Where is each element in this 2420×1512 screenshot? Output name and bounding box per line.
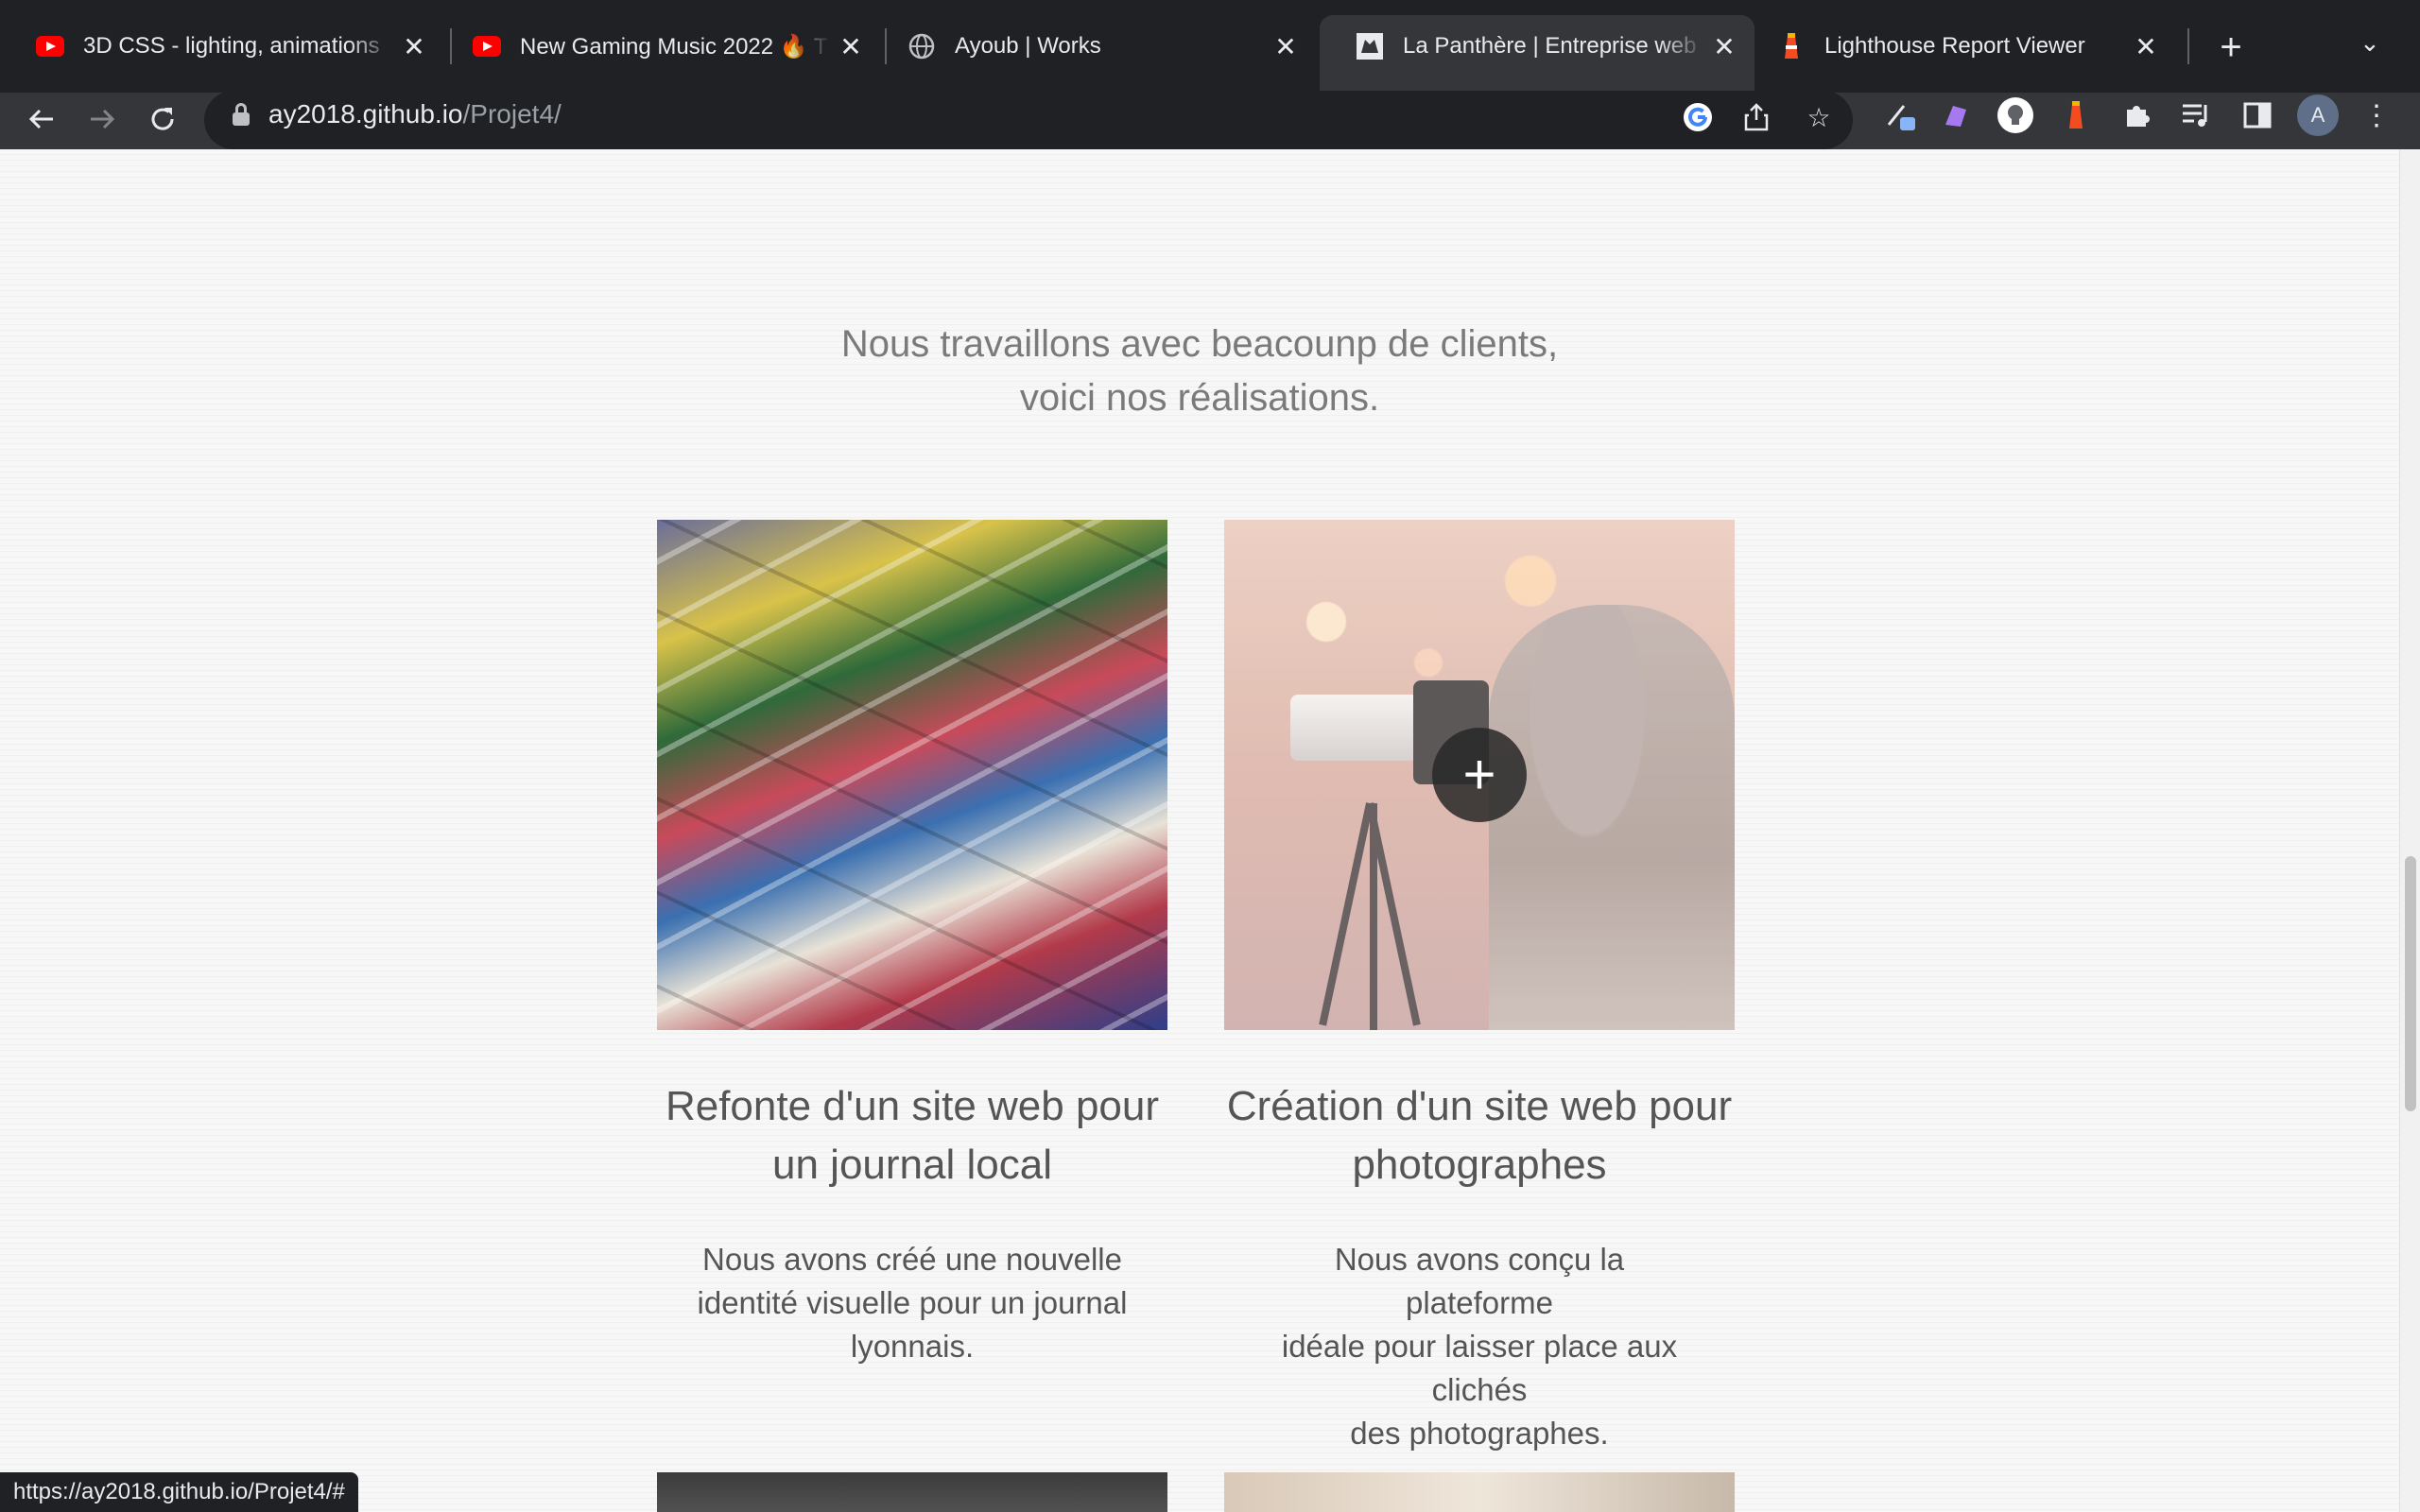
close-icon[interactable]: ✕ xyxy=(832,27,870,65)
bookmark-star-icon[interactable]: ☆ xyxy=(1800,98,1838,136)
project-description-line: lyonnais. xyxy=(850,1329,975,1364)
tab-gaming-music[interactable]: New Gaming Music 2022 🔥 T ✕ xyxy=(437,15,881,77)
tab-ayoub-works[interactable]: Ayoub | Works ✕ xyxy=(872,15,1316,77)
youtube-icon xyxy=(36,32,64,60)
project-description: Nous avons conçu la plateforme idéale po… xyxy=(1224,1238,1735,1455)
lighthouse-extension-icon[interactable] xyxy=(2055,94,2097,136)
url-host: ay2018.github.io xyxy=(268,99,463,129)
scrollbar-thumb[interactable] xyxy=(2405,856,2416,1111)
project-description-line: Nous avons conçu la plateforme xyxy=(1334,1242,1625,1320)
project-description-line: des photographes. xyxy=(1350,1416,1609,1451)
project-title: Création d'un site web pour photographes xyxy=(1224,1077,1735,1194)
close-icon[interactable]: ✕ xyxy=(2127,27,2165,65)
project-image-magazines[interactable] xyxy=(657,520,1167,1030)
tab-title: Lighthouse Report Viewer xyxy=(1824,33,2085,59)
color-extension-icon[interactable] xyxy=(1934,94,1976,136)
youtube-icon xyxy=(473,32,501,60)
project-description: Nous avons créé une nouvelle identité vi… xyxy=(657,1238,1167,1368)
view-project-plus-button[interactable]: + xyxy=(1432,728,1527,822)
status-bar-url: https://ay2018.github.io/Projet4/# xyxy=(0,1472,358,1512)
project-title: Refonte d'un site web pour un journal lo… xyxy=(657,1077,1167,1194)
project-description-line: identité visuelle pour un journal xyxy=(697,1285,1128,1320)
lightbulb-extension-icon[interactable] xyxy=(1995,94,2036,136)
google-icon[interactable] xyxy=(1679,98,1717,136)
project-title-line: un journal local xyxy=(772,1142,1052,1188)
new-tab-button[interactable]: + xyxy=(2210,26,2252,68)
media-queue-icon[interactable] xyxy=(2176,94,2218,136)
project-description-line: Nous avons créé une nouvelle xyxy=(702,1242,1122,1277)
tab-title: New Gaming Music 2022 🔥 T xyxy=(520,33,828,60)
tab-title: 3D CSS - lighting, animations xyxy=(83,33,380,59)
puzzle-extensions-icon[interactable] xyxy=(2116,94,2157,136)
section-intro: Nous travaillons avec beacounp de client… xyxy=(0,318,2399,425)
globe-icon xyxy=(908,32,936,60)
tab-la-panthere[interactable]: La Panthère | Entreprise web ✕ xyxy=(1320,15,1754,93)
project-card-photographes: + Création d'un site web pour photograph… xyxy=(1224,520,1735,1455)
pen-extension-icon[interactable] xyxy=(1879,94,1921,136)
forward-button[interactable] xyxy=(78,94,127,144)
close-icon[interactable]: ✕ xyxy=(395,27,433,65)
panther-icon xyxy=(1356,32,1384,60)
side-panel-icon[interactable] xyxy=(2237,94,2278,136)
profile-avatar[interactable]: A xyxy=(2297,94,2339,136)
more-options-icon[interactable]: ⋮ xyxy=(2356,94,2397,136)
project-image-next-1[interactable] xyxy=(657,1472,1167,1512)
tab-lighthouse[interactable]: Lighthouse Report Viewer ✕ xyxy=(1741,15,2176,77)
project-title-line: photographes xyxy=(1352,1142,1607,1188)
lighthouse-icon xyxy=(1777,32,1806,60)
share-icon[interactable] xyxy=(1737,98,1775,136)
tab-separator xyxy=(2187,28,2189,64)
reload-button[interactable] xyxy=(138,94,187,144)
page-content: Nous travaillons avec beacounp de client… xyxy=(0,149,2399,1512)
project-image-next-2[interactable] xyxy=(1224,1472,1735,1512)
tab-strip: 3D CSS - lighting, animations ✕ New Gami… xyxy=(0,0,2420,93)
project-image-photographer[interactable]: + xyxy=(1224,520,1735,1030)
project-card-journal: Refonte d'un site web pour un journal lo… xyxy=(657,520,1167,1368)
project-description-line: idéale pour laisser place aux clichés xyxy=(1281,1329,1678,1407)
page-scrollbar[interactable] xyxy=(2399,149,2420,1512)
lock-icon[interactable] xyxy=(233,103,250,126)
close-icon[interactable]: ✕ xyxy=(1705,27,1743,65)
back-button[interactable] xyxy=(17,94,66,144)
tab-title: Ayoub | Works xyxy=(955,33,1101,59)
chevron-down-icon[interactable]: ⌄ xyxy=(2360,28,2380,58)
intro-line: Nous travaillons avec beacounp de client… xyxy=(840,323,1559,365)
close-icon[interactable]: ✕ xyxy=(1267,27,1305,65)
url-text[interactable]: ay2018.github.io/Projet4/ xyxy=(268,98,562,130)
project-title-line: Création d'un site web pour xyxy=(1226,1083,1733,1129)
tab-title: La Panthère | Entreprise web xyxy=(1403,33,1697,59)
url-path: /Projet4/ xyxy=(462,99,562,129)
project-title-line: Refonte d'un site web pour xyxy=(665,1083,1160,1129)
intro-line: voici nos réalisations. xyxy=(1019,377,1380,419)
tab-3d-css[interactable]: 3D CSS - lighting, animations ✕ xyxy=(0,15,444,77)
